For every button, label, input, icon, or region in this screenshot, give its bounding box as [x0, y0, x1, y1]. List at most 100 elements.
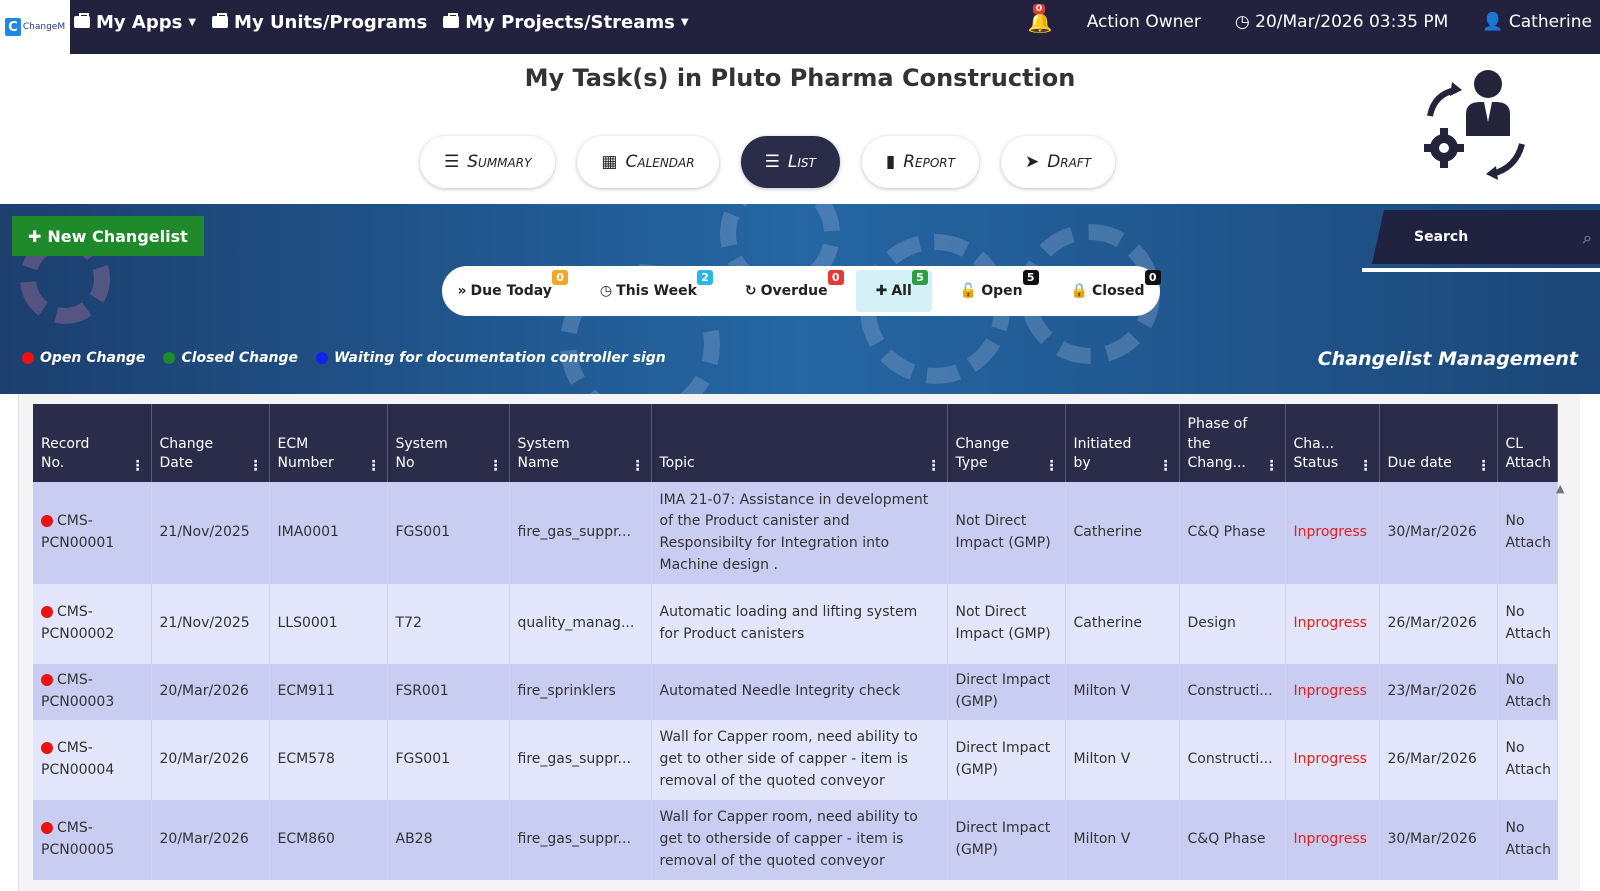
cell-date: 20/Mar/2026 [151, 800, 270, 880]
open-status-dot-icon [41, 742, 53, 755]
cell-status: Inprogress [1285, 664, 1380, 720]
tab-summary[interactable]: ☰ Summary [420, 136, 556, 188]
red-dot-icon [22, 352, 34, 364]
unlock-icon: 🔓 [959, 283, 978, 299]
page-title: My Task(s) in Pluto Pharma Construction [524, 64, 1076, 92]
filter-count-badge: 0 [552, 270, 568, 285]
column-menu-icon[interactable]: ⋮ [927, 458, 941, 474]
cell-status: Inprogress [1285, 800, 1380, 880]
cell-sysno: FSR001 [387, 664, 510, 720]
cell-ecm: ECM578 [269, 720, 388, 800]
column-menu-icon[interactable]: ⋮ [1159, 458, 1173, 474]
tab-report[interactable]: ▮ Report [861, 136, 979, 188]
cell-topic: Automated Needle Integrity check [651, 664, 948, 720]
cell-due: 30/Mar/2026 [1379, 800, 1498, 880]
filter-all[interactable]: ✚ All 5 [855, 270, 932, 312]
column-menu-icon[interactable]: ⋮ [1265, 458, 1279, 474]
filter-this-week[interactable]: ◷ This Week 2 [580, 270, 717, 312]
filter-due-today[interactable]: » Due Today 0 [437, 270, 571, 312]
column-menu-icon[interactable]: ⋮ [367, 458, 381, 474]
caret-down-icon: ▼ [680, 16, 689, 28]
changelist-table-container: Record No. ⋮ Change Date ⋮ ECM Number ⋮ System No ⋮… [18, 394, 1580, 891]
user-menu[interactable]: 👤 Catherine [1482, 12, 1592, 32]
role-label[interactable]: Action Owner [1087, 12, 1201, 32]
table-row[interactable]: CMS- PCN00003 20/Mar/2026 ECM911 FSR001 fire_… [33, 664, 1558, 720]
vertical-scrollbar[interactable]: ▲ [1556, 482, 1570, 882]
app-logo[interactable]: C ChangeM [0, 0, 70, 54]
filter-bar: » Due Today 0 ◷ This Week 2 ↻ Overdue 0 ✚ All 5 … [442, 266, 1161, 316]
column-header[interactable]: Phase of the Chang... ⋮ [1179, 404, 1286, 482]
table-row[interactable]: CMS- PCN00002 21/Nov/2025 LLS0001 T72 quality… [33, 584, 1558, 664]
filter-count-badge: 2 [697, 270, 713, 285]
legend-waiting-sign: Waiting for documentation controller sig… [316, 350, 666, 366]
briefcase-icon [74, 13, 90, 28]
column-header[interactable]: Cha... Status ⋮ [1285, 404, 1380, 482]
column-header[interactable]: Initiated by ⋮ [1065, 404, 1180, 482]
filter-open[interactable]: 🔓 Open 5 [940, 270, 1043, 312]
column-menu-icon[interactable]: ⋮ [131, 458, 145, 474]
cell-attach: No Attach [1497, 720, 1558, 800]
column-menu-icon[interactable]: ⋮ [1477, 458, 1491, 474]
changelist-banner: ✚ New Changelist Search ⌕ » Due Today 0 ◷ Th… [0, 204, 1600, 394]
paper-plane-icon: ➤ [1024, 152, 1040, 172]
column-menu-icon[interactable]: ⋮ [1359, 458, 1373, 474]
cell-rec[interactable]: CMS- PCN00003 [33, 664, 152, 720]
column-header[interactable]: System Name ⋮ [509, 404, 652, 482]
user-icon: 👤 [1482, 12, 1504, 32]
cell-rec[interactable]: CMS- PCN00001 [33, 482, 152, 584]
notification-bell-icon[interactable]: 🔔 0 [1028, 4, 1053, 34]
open-status-dot-icon [41, 674, 53, 687]
filter-overdue[interactable]: ↻ Overdue 0 [725, 270, 848, 312]
cell-attach: No Attach [1497, 800, 1558, 880]
list-box-icon: ☰ [444, 152, 460, 172]
cell-status: Inprogress [1285, 720, 1380, 800]
my-apps-menu[interactable]: My Apps ▼ [74, 12, 196, 33]
search-input[interactable]: Search ⌕ [1372, 210, 1600, 264]
cell-by: Milton V [1065, 664, 1180, 720]
cell-sysno: FGS001 [387, 720, 510, 800]
changelist-table: Record No. ⋮ Change Date ⋮ ECM Number ⋮ System No ⋮… [33, 404, 1558, 880]
cell-sysname: quality_manag... [509, 584, 652, 664]
cell-due: 30/Mar/2026 [1379, 482, 1498, 584]
column-header[interactable]: ECM Number ⋮ [269, 404, 388, 482]
cell-rec[interactable]: CMS- PCN00005 [33, 800, 152, 880]
double-chevron-down-icon: » [457, 283, 467, 299]
cell-sysname: fire_gas_suppr... [509, 800, 652, 880]
tab-draft[interactable]: ➤ Draft [1000, 136, 1116, 188]
column-menu-icon[interactable]: ⋮ [489, 458, 503, 474]
new-changelist-button[interactable]: ✚ New Changelist [12, 216, 204, 256]
search-icon[interactable]: ⌕ [1583, 228, 1592, 248]
tab-list[interactable]: ☰ List [740, 136, 840, 188]
column-menu-icon[interactable]: ⋮ [631, 458, 645, 474]
lock-icon: 🔒 [1070, 283, 1089, 299]
filter-count-badge: 5 [912, 270, 928, 285]
column-header[interactable]: Topic ⋮ [651, 404, 948, 482]
cell-attach: No Attach [1497, 664, 1558, 720]
caret-down-icon: ▼ [188, 16, 197, 28]
cell-type: Direct Impact (GMP) [947, 800, 1066, 880]
tab-calendar[interactable]: ▦ Calendar [577, 136, 719, 188]
cell-phase: Design [1179, 584, 1286, 664]
table-row[interactable]: CMS- PCN00005 20/Mar/2026 ECM860 AB28 fire_ga… [33, 800, 1558, 880]
cell-sysname: fire_gas_suppr... [509, 482, 652, 584]
column-header[interactable]: Change Type ⋮ [947, 404, 1066, 482]
column-header[interactable]: CL Attach [1497, 404, 1558, 482]
cell-rec[interactable]: CMS- PCN00004 [33, 720, 152, 800]
column-menu-icon[interactable]: ⋮ [249, 458, 263, 474]
column-header[interactable]: Due date ⋮ [1379, 404, 1498, 482]
table-row[interactable]: CMS- PCN00004 20/Mar/2026 ECM578 FGS001 fire_… [33, 720, 1558, 800]
filter-closed[interactable]: 🔒 Closed 0 [1051, 270, 1165, 312]
action-owner-illustration [1424, 70, 1525, 180]
cell-rec[interactable]: CMS- PCN00002 [33, 584, 152, 664]
column-header[interactable]: System No ⋮ [387, 404, 510, 482]
column-header[interactable]: Record No. ⋮ [33, 404, 152, 482]
column-header[interactable]: Change Date ⋮ [151, 404, 270, 482]
scroll-up-icon[interactable]: ▲ [1556, 482, 1564, 495]
my-units-programs-menu[interactable]: My Units/Programs [212, 12, 427, 33]
column-menu-icon[interactable]: ⋮ [1045, 458, 1059, 474]
my-projects-streams-menu[interactable]: My Projects/Streams ▼ [443, 12, 689, 33]
cell-ecm: ECM911 [269, 664, 388, 720]
changelist-management-heading: Changelist Management [1317, 348, 1578, 370]
table-row[interactable]: CMS- PCN00001 21/Nov/2025 IMA0001 FGS001 fire… [33, 482, 1558, 584]
search-underline [1362, 268, 1600, 272]
